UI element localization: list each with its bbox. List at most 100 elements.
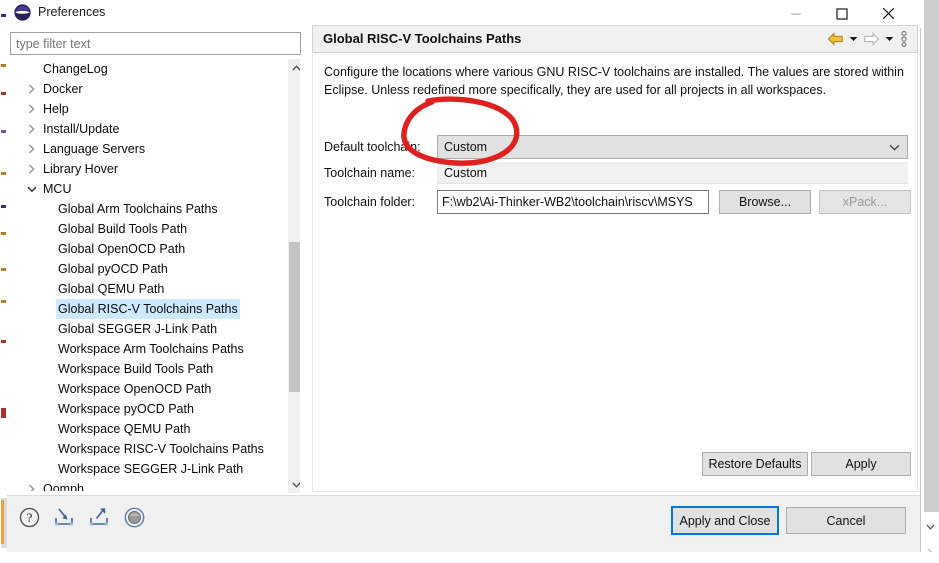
title-bar: Preferences — [7, 0, 921, 28]
sidebar-item-label: Global OpenOCD Path — [58, 242, 186, 256]
apply-and-close-button[interactable]: Apply and Close — [671, 506, 779, 535]
restore-defaults-button[interactable]: Restore Defaults — [702, 452, 808, 476]
sidebar-item-label: Workspace pyOCD Path — [58, 402, 194, 416]
minimize-icon — [791, 13, 801, 15]
sidebar-item-global-pyocd-path[interactable]: Global pyOCD Path — [11, 259, 287, 279]
eclipse-globe-icon — [14, 4, 31, 21]
sidebar-item-help[interactable]: Help — [11, 99, 287, 119]
chevron-right-icon[interactable] — [25, 139, 39, 159]
sidebar-item-label: Workspace RISC-V Toolchains Paths — [58, 442, 264, 456]
oomph-recorder-icon[interactable] — [122, 505, 146, 529]
scroll-down-arrow-icon[interactable] — [288, 476, 300, 493]
sidebar-item-workspace-qemu-path[interactable]: Workspace QEMU Path — [11, 419, 287, 439]
svg-text:?: ? — [26, 510, 32, 525]
sidebar-item-global-risc-v-toolchains-paths[interactable]: Global RISC-V Toolchains Paths — [11, 299, 287, 319]
default-toolchain-label: Default toolchain: — [324, 140, 421, 154]
sidebar-item-global-qemu-path[interactable]: Global QEMU Path — [11, 279, 287, 299]
default-toolchain-value: Custom — [444, 140, 488, 154]
sidebar-item-label: Docker — [43, 82, 83, 96]
search-input[interactable] — [10, 32, 301, 55]
toolchain-name-label: Toolchain name: — [324, 166, 416, 180]
sidebar-item-workspace-arm-toolchains-paths[interactable]: Workspace Arm Toolchains Paths — [11, 339, 287, 359]
preferences-tree[interactable]: ChangeLog Docker Help Install/Update Languag… — [10, 58, 301, 494]
page-nav-toolbar — [825, 26, 911, 52]
sidebar-item-install-update[interactable]: Install/Update — [11, 119, 287, 139]
page-header: Global RISC-V Toolchains Paths — [312, 25, 918, 53]
sidebar-item-workspace-openocd-path[interactable]: Workspace OpenOCD Path — [11, 379, 287, 399]
sidebar-item-language-servers[interactable]: Language Servers — [11, 139, 287, 159]
sidebar-item-label: Global SEGGER J-Link Path — [58, 322, 218, 336]
sidebar-item-global-build-tools-path[interactable]: Global Build Tools Path — [11, 219, 287, 239]
chevron-right-icon[interactable] — [25, 159, 39, 179]
sidebar-item-workspace-segger-j-link-path[interactable]: Workspace SEGGER J-Link Path — [11, 459, 287, 479]
chevron-right-icon[interactable] — [25, 79, 39, 99]
tree-vertical-scrollbar[interactable] — [288, 59, 300, 493]
sidebar-item-label: Global Build Tools Path — [58, 222, 188, 236]
maximize-button[interactable] — [819, 0, 865, 27]
toolchain-folder-label: Toolchain folder: — [324, 195, 416, 209]
page-body: Configure the locations where various GN… — [312, 54, 918, 492]
page-title: Global RISC-V Toolchains Paths — [323, 31, 522, 46]
chevron-right-icon[interactable] — [25, 479, 39, 491]
back-arrow-icon[interactable] — [825, 27, 845, 51]
page-bottom-strip — [0, 552, 939, 563]
preferences-dialog: Preferences ChangeLogDock — [7, 0, 921, 553]
outer-scrollbar-thumb[interactable] — [924, 0, 939, 512]
toolchain-folder-row: Toolchain folder: Browse... xPack... — [324, 190, 911, 214]
outer-scroll-down-arrow-icon[interactable] — [921, 518, 939, 536]
sidebar-item-workspace-build-tools-path[interactable]: Workspace Build Tools Path — [11, 359, 287, 379]
toolchain-name-row: Toolchain name: Custom — [324, 162, 908, 184]
tree-scrollbar-thumb[interactable] — [289, 242, 300, 392]
chevron-down-icon[interactable] — [25, 179, 39, 199]
sidebar-item-label: Oomph — [43, 482, 84, 491]
sidebar-item-label: ChangeLog — [43, 62, 108, 76]
sidebar-item-label: Workspace OpenOCD Path — [58, 382, 212, 396]
footer-icon-group: ? — [17, 505, 146, 529]
sidebar-item-workspace-pyocd-path[interactable]: Workspace pyOCD Path — [11, 399, 287, 419]
browse-button[interactable]: Browse... — [719, 190, 811, 214]
back-dropdown-chevron-down-icon[interactable] — [847, 27, 859, 51]
sidebar-item-label: Global QEMU Path — [58, 282, 165, 296]
filter-box — [10, 32, 301, 55]
vertical-ellipsis-icon[interactable] — [897, 27, 911, 51]
sidebar-item-label: Library Hover — [43, 162, 119, 176]
minimize-button[interactable] — [773, 0, 819, 27]
background-ide-sliver — [0, 0, 7, 563]
sidebar-item-label: Workspace Build Tools Path — [58, 362, 214, 376]
chevron-right-icon[interactable] — [25, 99, 39, 119]
sidebar-item-oomph[interactable]: Oomph — [11, 479, 287, 491]
sidebar-item-global-openocd-path[interactable]: Global OpenOCD Path — [11, 239, 287, 259]
chevron-down-icon — [889, 136, 900, 158]
sidebar-item-label: Help — [43, 102, 69, 116]
maximize-icon — [836, 7, 848, 20]
toolchain-folder-input[interactable] — [437, 190, 709, 214]
forward-arrow-icon[interactable] — [861, 27, 881, 51]
window-title: Preferences — [38, 5, 106, 19]
apply-button[interactable]: Apply — [811, 452, 911, 476]
sidebar-item-global-segger-j-link-path[interactable]: Global SEGGER J-Link Path — [11, 319, 287, 339]
help-icon[interactable]: ? — [17, 505, 41, 529]
sidebar-item-docker[interactable]: Docker — [11, 79, 287, 99]
sidebar-item-global-arm-toolchains-paths[interactable]: Global Arm Toolchains Paths — [11, 199, 287, 219]
sidebar-item-label: Language Servers — [43, 142, 146, 156]
chevron-right-icon[interactable] — [25, 119, 39, 139]
close-icon — [882, 7, 894, 20]
sidebar-item-label: MCU — [43, 182, 72, 196]
cancel-button[interactable]: Cancel — [786, 507, 906, 534]
forward-dropdown-chevron-down-icon[interactable] — [883, 27, 895, 51]
toolchain-name-value: Custom — [444, 166, 488, 180]
close-button[interactable] — [865, 0, 911, 27]
sidebar-item-label: Workspace Arm Toolchains Paths — [58, 342, 244, 356]
sidebar-item-library-hover[interactable]: Library Hover — [11, 159, 287, 179]
sidebar-item-label: Install/Update — [43, 122, 120, 136]
scroll-up-arrow-icon[interactable] — [288, 59, 300, 76]
outer-page-scrollbar[interactable] — [921, 0, 939, 563]
import-icon[interactable] — [52, 505, 76, 529]
default-toolchain-select[interactable]: Custom — [437, 135, 908, 159]
sidebar-item-mcu[interactable]: MCU — [11, 179, 287, 199]
sidebar-item-changelog[interactable]: ChangeLog — [11, 59, 287, 79]
sidebar-item-label: Workspace SEGGER J-Link Path — [58, 462, 244, 476]
export-icon[interactable] — [87, 505, 111, 529]
sidebar-item-workspace-risc-v-toolchains-paths[interactable]: Workspace RISC-V Toolchains Paths — [11, 439, 287, 459]
sidebar-item-label: Global RISC-V Toolchains Paths — [56, 299, 240, 319]
